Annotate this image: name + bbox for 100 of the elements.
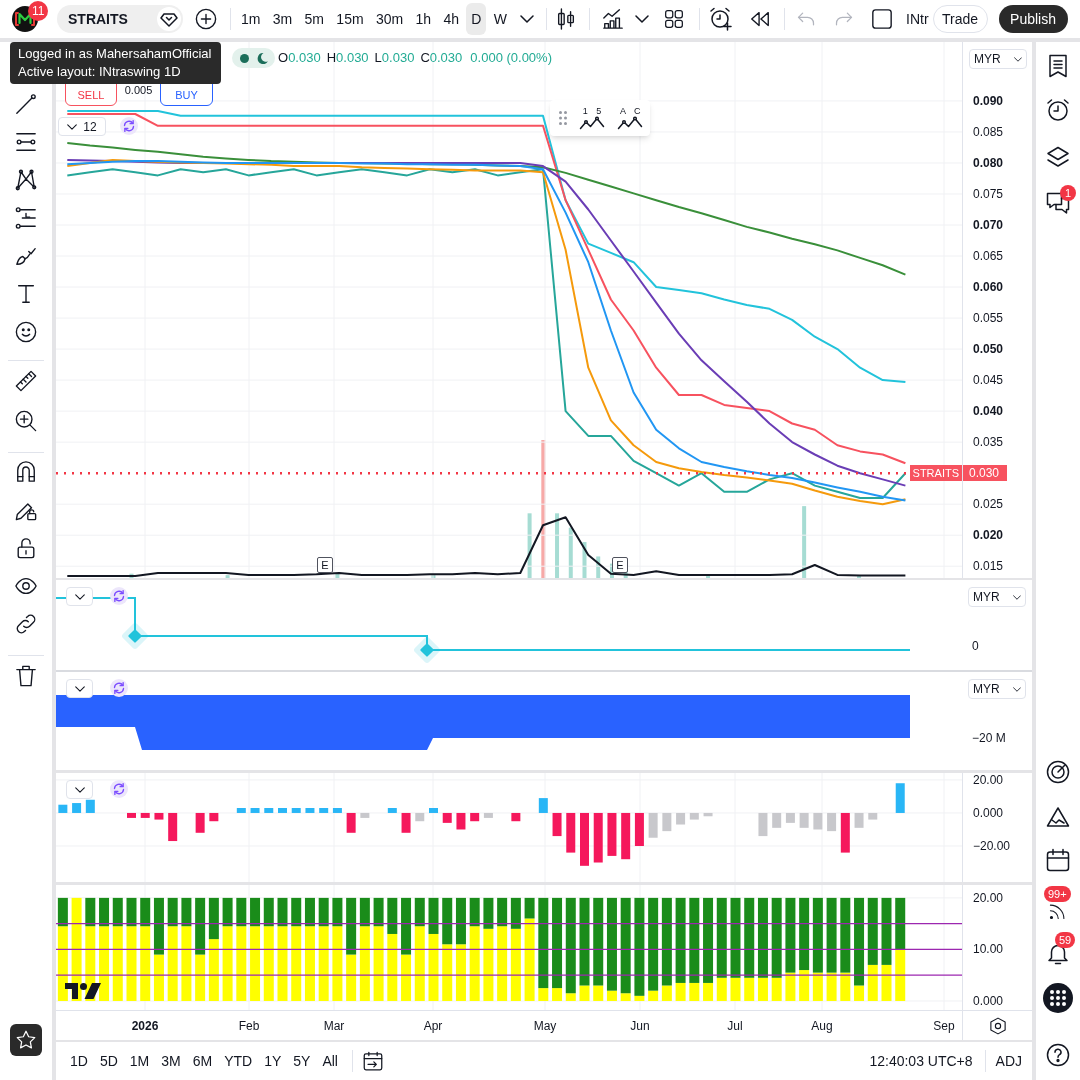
earnings-marker[interactable]: E [612,557,628,573]
feed-icon[interactable] [1049,903,1066,920]
trash-icon[interactable] [15,665,37,687]
range-button[interactable]: All [322,1051,338,1071]
time-label: Jul [727,1018,743,1034]
fib-lines-icon[interactable] [15,207,37,229]
timeframe-button[interactable]: 30m [370,3,409,35]
zigzag-icon[interactable] [617,115,644,130]
tooltip-text: Logged in as MahersahamOfficial [18,45,213,63]
range-button[interactable]: 5Y [293,1051,311,1071]
timeframe-button[interactable]: 1h [410,3,437,35]
chevron-down-icon[interactable] [74,685,85,692]
range-button[interactable]: 5D [99,1051,118,1071]
axis-label: 0.080 [973,154,1004,171]
chevron-down-icon[interactable] [74,593,85,600]
range-button[interactable]: 1D [70,1051,88,1071]
text-tool-icon[interactable] [15,283,37,305]
range-button[interactable]: 6M [192,1051,213,1071]
notification-badge: 1 [1060,185,1076,201]
horizontal-lines-icon[interactable] [15,131,37,153]
lock-icon[interactable] [15,537,37,559]
timeframe-button[interactable]: 1m [236,3,266,35]
refresh-icon[interactable] [110,780,128,798]
gauge-icon[interactable] [1046,760,1070,784]
pattern-icon[interactable] [15,169,37,191]
timeframe-button[interactable]: 4h [438,3,464,35]
timeframe-button[interactable]: W [488,3,512,35]
chevron-down-icon[interactable] [1013,686,1021,692]
range-button[interactable]: YTD [224,1051,253,1071]
trend-line-icon[interactable] [15,93,37,115]
axis-label: 0.050 [973,341,1004,358]
axis-label: 20.00 [973,889,1004,906]
volume-bar [596,556,601,578]
volume-bar [335,573,340,578]
axis-label: 0.090 [973,92,1004,109]
magnet-icon[interactable] [15,461,37,483]
alarm-clock-icon[interactable] [1046,98,1070,122]
refresh-icon[interactable] [110,679,128,697]
square-icon[interactable] [871,8,893,30]
volume-bar [527,513,532,578]
add-icon[interactable] [195,8,217,30]
status-pill[interactable] [232,48,275,68]
alarm-add-icon[interactable] [709,7,733,31]
link-icon[interactable] [15,613,37,635]
scale-label: 0 [972,638,979,654]
help-icon[interactable] [1046,1043,1070,1067]
chevron-down-icon[interactable] [635,15,649,23]
time-label: Aug [811,1018,833,1034]
price-tag: 0.030 [963,465,1007,482]
range-button[interactable]: 3M [161,1051,181,1071]
chevron-down-icon[interactable] [1014,56,1022,62]
range-button[interactable]: 1Y [264,1051,282,1071]
apps-icon[interactable] [1043,983,1073,1013]
mountain-icon[interactable] [1046,805,1070,829]
ruler-icon[interactable] [15,370,37,392]
eye-icon[interactable] [15,575,37,597]
candlestick-icon[interactable] [555,8,577,30]
calendar-icon[interactable] [1046,848,1070,872]
zoom-in-icon[interactable] [15,410,37,432]
currency-dropdown[interactable]: MYR [969,49,1027,69]
smiley-icon[interactable] [15,321,37,343]
date-range-icon[interactable] [363,1051,383,1071]
publish-button[interactable]: Publish [998,5,1068,33]
chevron-down-icon[interactable] [74,786,85,793]
currency-dropdown[interactable]: MYR [968,679,1026,699]
logo-icon [65,983,101,999]
brush-icon[interactable] [15,245,37,267]
pattern-button[interactable]: A C [617,106,644,130]
star-icon[interactable] [16,1030,36,1050]
layout-name[interactable]: INtr [906,8,929,30]
watchlist-icon[interactable] [1046,54,1070,78]
grid-icon[interactable] [664,9,684,29]
collapse-button[interactable]: 12 [58,117,106,136]
earnings-marker[interactable]: E [317,557,333,573]
time-label: May [533,1018,557,1034]
chevron-down-icon[interactable] [1013,594,1021,600]
timeframe-button[interactable]: 5m [299,3,329,35]
timeframe-button[interactable]: 3m [267,3,298,35]
layers-icon[interactable] [1046,145,1070,169]
timeframe-button[interactable]: D [466,3,487,35]
settings-icon[interactable] [988,1016,1007,1035]
chevron-down-icon[interactable] [520,15,534,23]
drag-handle-icon[interactable] [559,111,567,125]
favorites-button[interactable] [10,1024,42,1056]
range-button[interactable]: 1M [129,1051,150,1071]
pattern-button[interactable]: 1 5 [579,106,605,130]
trade-button[interactable]: Trade [932,5,988,33]
chevron-down-icon[interactable] [67,123,78,130]
currency-dropdown[interactable]: MYR [968,587,1026,607]
indicators-icon[interactable] [602,8,624,30]
axis-label: 0.085 [973,123,1004,140]
symbol-search[interactable]: STRAITS [57,5,183,33]
refresh-icon[interactable] [110,587,128,605]
zigzag-icon[interactable] [579,115,605,130]
collapse-button[interactable] [66,679,93,698]
adjust-button[interactable]: ADJ [995,1050,1022,1072]
refresh-icon[interactable] [120,117,138,135]
axis-label: 0.025 [973,496,1004,513]
timeframe-button[interactable]: 15m [331,3,369,35]
chat-icon[interactable] [1046,191,1070,215]
